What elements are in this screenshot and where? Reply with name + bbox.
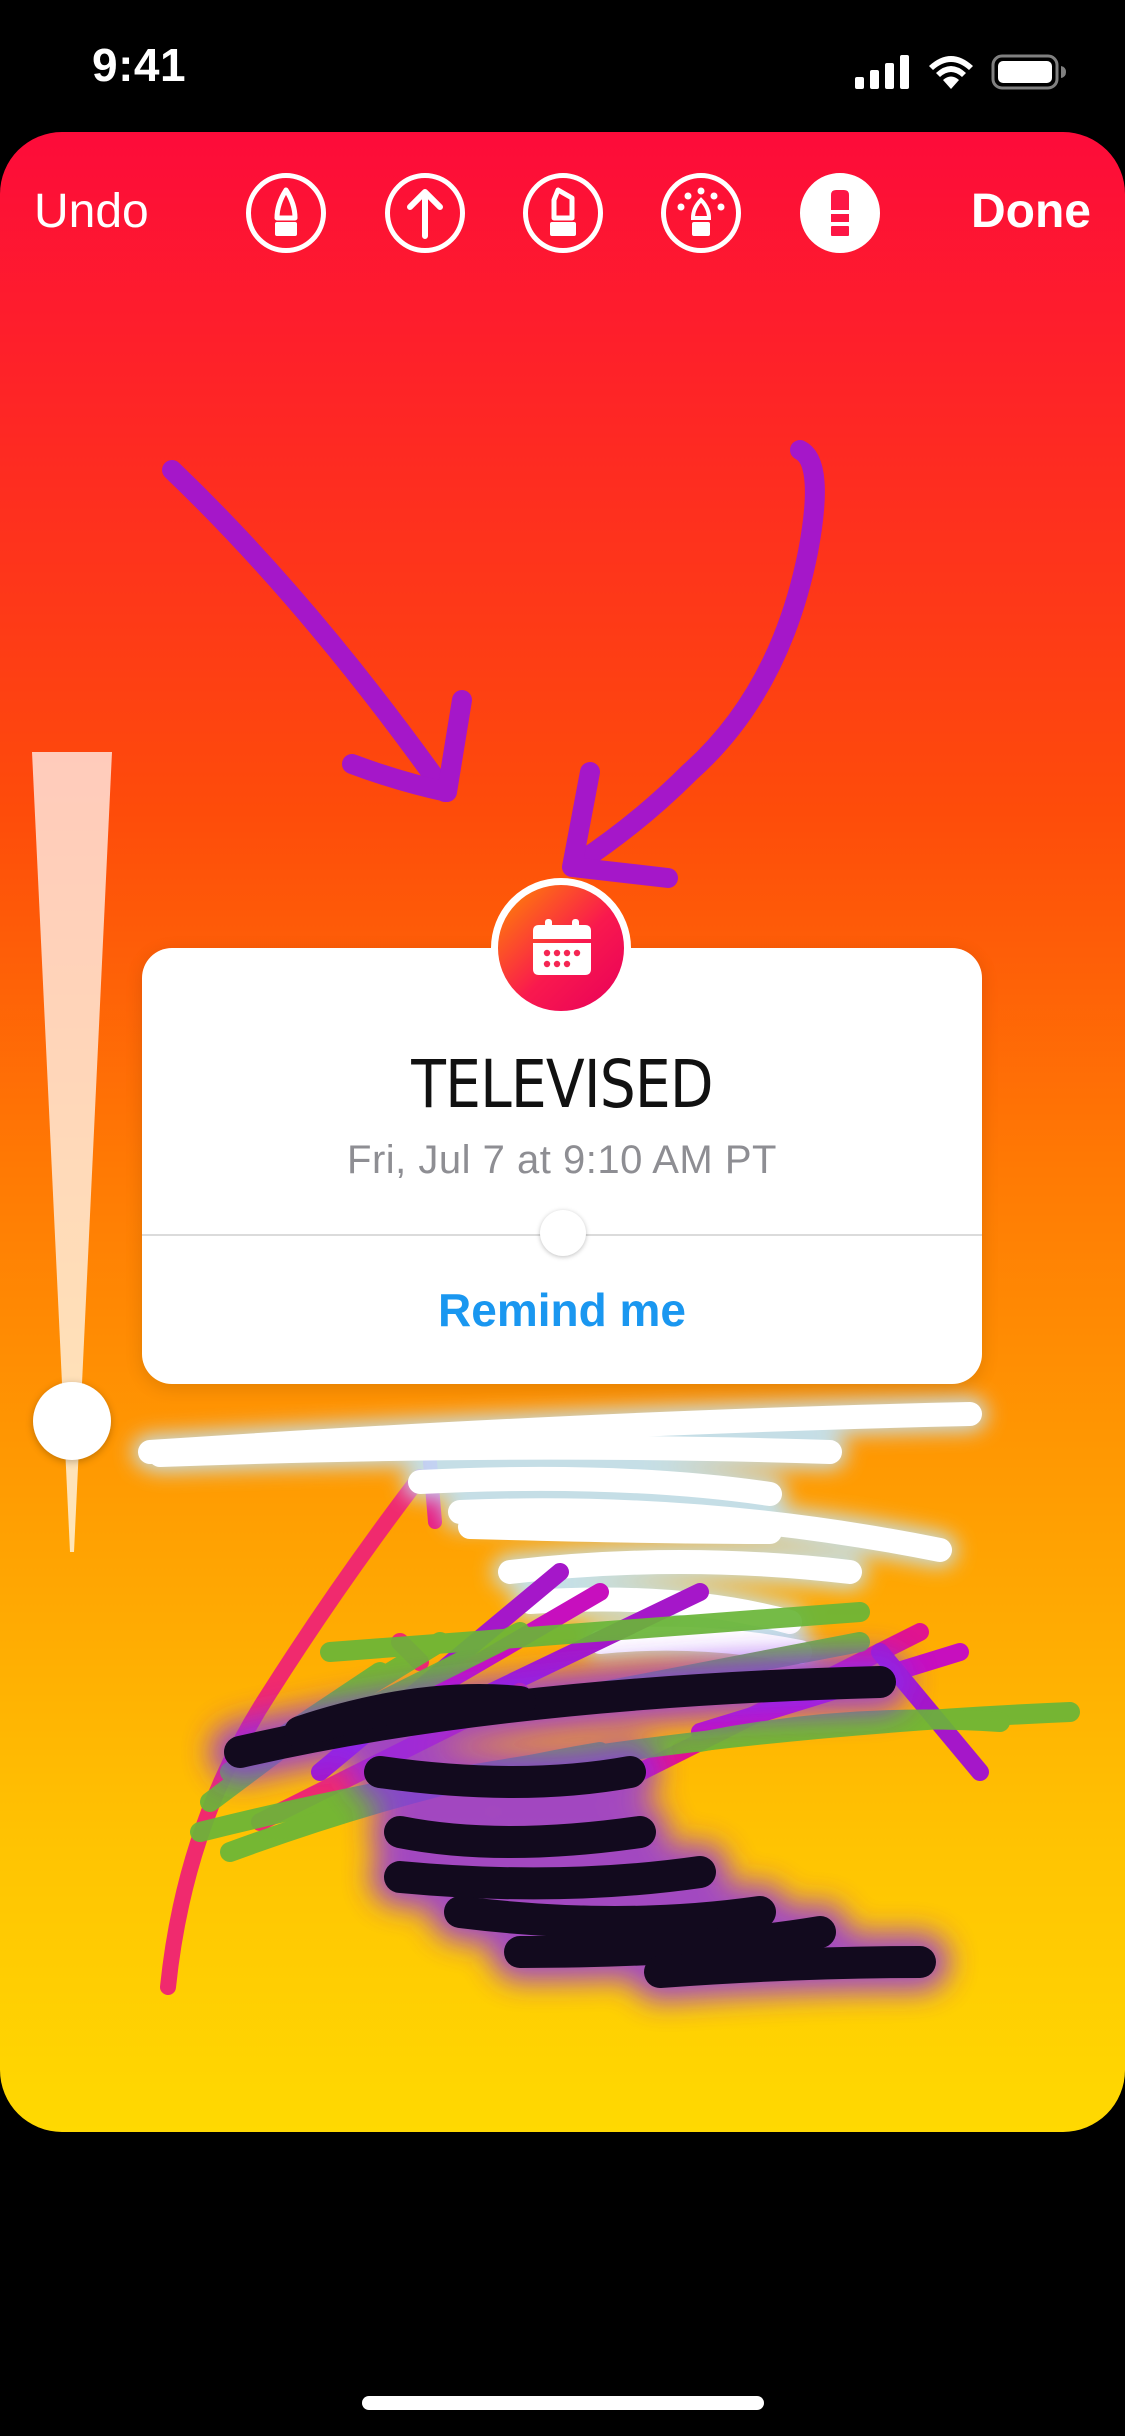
undo-button[interactable]: Undo (34, 184, 149, 239)
marker-icon (550, 187, 576, 236)
status-icons (855, 52, 1067, 92)
event-title: TELEVISED (411, 1046, 713, 1123)
sticker-calendar-badge (491, 878, 631, 1018)
eraser-icon (831, 190, 849, 236)
pen-icon (274, 187, 298, 236)
neon-tool-button[interactable] (661, 173, 741, 253)
drawing-toolbar: Undo Done (0, 132, 1125, 297)
story-canvas[interactable]: Undo Done TELEVISED Fri, Jul 7 at 9:10 A… (0, 132, 1125, 2132)
marker-tool-button[interactable] (523, 173, 603, 253)
status-time: 9:41 (92, 39, 187, 91)
arrow-pen-icon (407, 189, 443, 239)
neon-pen-icon (677, 187, 725, 236)
wifi-icon (929, 56, 973, 89)
purple-arrows (162, 440, 825, 888)
done-button[interactable]: Done (971, 184, 1091, 239)
event-date: Fri, Jul 7 at 9:10 AM PT (347, 1138, 777, 1182)
eraser-tool-button[interactable] (800, 173, 880, 253)
remind-me-button[interactable]: Remind me (142, 1236, 982, 1384)
brush-size-slider-knob[interactable] (33, 1382, 111, 1460)
home-indicator[interactable] (362, 2396, 764, 2410)
arrow-tool-button[interactable] (385, 173, 465, 253)
battery-icon (991, 54, 1066, 90)
calendar-icon (533, 919, 591, 975)
cellular-signal-icon (855, 55, 909, 89)
status-bar: 9:41 (0, 0, 1125, 130)
pen-tool-button[interactable] (246, 173, 326, 253)
